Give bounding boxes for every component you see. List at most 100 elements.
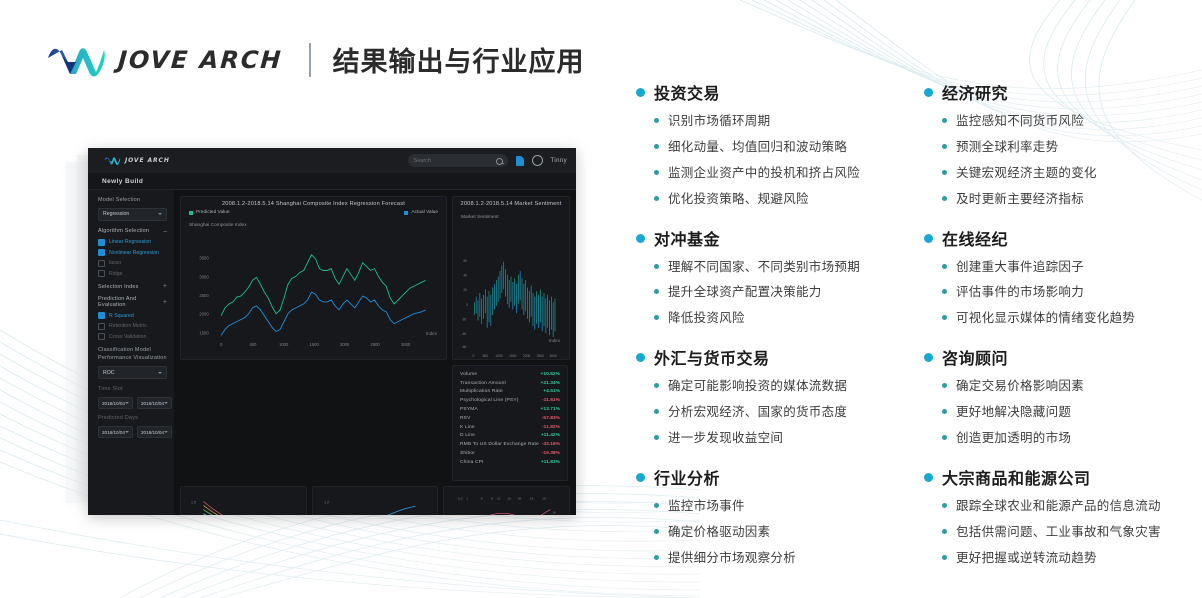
item-text: 确定价格驱动因素 (668, 524, 771, 539)
svg-text:1500: 1500 (199, 330, 209, 335)
algorithm-selection-header[interactable]: Algorithm Selection – (98, 228, 167, 235)
checkbox-nonlinear-regression[interactable]: Nonlinear Regression (98, 249, 167, 257)
group-title: 经济研究 (942, 86, 1009, 103)
group-title: 大宗商品和能源公司 (942, 470, 1091, 488)
heading-bullet-icon (636, 353, 645, 363)
content-columns: 投资交易 识别市场循环周期 细化动量、均值回归和波动策略 监测企业资产中的投机和… (636, 80, 1188, 584)
chart-title: 2008.1.2-2018.5.14 Shanghai Composite In… (221, 201, 405, 207)
roc-curve-chart: 1.21.00.80.6 050100150 (311, 486, 439, 515)
group-title: 在线经纪 (942, 231, 1009, 249)
page-title: 结果输出与行业应用 (332, 47, 585, 77)
item-text: 及时更新主要经济指标 (956, 191, 1085, 206)
metric-value: -57.83% (541, 415, 560, 421)
date-value: 2018/10/04 (102, 400, 125, 406)
svg-text:8: 8 (491, 496, 493, 500)
item-text: 确定可能影响投资的媒体流数据 (668, 379, 848, 394)
gear-icon[interactable] (531, 155, 543, 166)
item-text: 监控市场事件 (668, 498, 745, 513)
dashboard-topbar: JOVE ARCH Search Tinny (88, 148, 576, 173)
list-item: 监控感知不同货币风险 (942, 113, 1188, 130)
bullet-icon (654, 169, 659, 175)
item-text: 创建重大事件追踪因子 (956, 259, 1085, 274)
list-item: 确定价格驱动因素 (654, 524, 900, 541)
checkbox-linear-regression[interactable]: Linear Regression (98, 238, 167, 246)
bullet-icon (942, 169, 947, 175)
list-item: 分析宏观经济、国家的货币态度 (654, 404, 900, 421)
svg-text:2500: 2500 (537, 354, 545, 358)
svg-text:1000: 1000 (279, 342, 289, 347)
svg-text:16: 16 (530, 496, 534, 500)
bullet-icon (942, 263, 947, 269)
model-selection-select[interactable]: Regression (98, 207, 167, 221)
prediction-evaluation-header[interactable]: Prediction And Evaluation + (98, 296, 167, 308)
svg-text:60: 60 (463, 259, 467, 263)
svg-text:500: 500 (250, 342, 258, 347)
dashboard-window: JOVE ARCH Search Tinny Newly Build Model… (88, 148, 576, 515)
item-text: 提供细分市场观察分析 (668, 550, 797, 565)
column-right: 经济研究 监控感知不同货币风险 预测全球利率走势 关键宏观经济主题的变化 及时更… (924, 80, 1188, 584)
bullet-icon (942, 289, 947, 295)
chart-title: 2008.1.2-2018.5.14 Market Sentiment (460, 201, 562, 207)
list-item: 预测全球利率走势 (942, 139, 1188, 156)
chevron-down-icon (164, 431, 168, 434)
predicted-days-from[interactable]: 2018/10/04 (98, 426, 133, 439)
legend-predicted: Predicted Value (189, 210, 230, 215)
group-title: 投资交易 (654, 86, 721, 103)
legend-label: Actual Value (411, 210, 438, 215)
svg-text:1.2: 1.2 (324, 500, 329, 504)
time-slot-to[interactable]: 2018/10/04 (137, 397, 172, 410)
time-slot-from[interactable]: 2018/10/04 (98, 397, 133, 410)
coefficient-path-chart: 1.51.00 -1.0-1.5 050100150 (180, 486, 307, 515)
market-sentiment-chart: 2008.1.2-2018.5.14 Market Sentiment Mark… (452, 196, 570, 360)
svg-text:2500: 2500 (199, 293, 209, 298)
svg-text:40: 40 (463, 274, 467, 278)
user-label[interactable]: Tinny (551, 158, 567, 164)
checkbox-ridge[interactable]: Ridge (98, 270, 167, 278)
checkbox-cross-validation[interactable]: Cross Validation (98, 333, 167, 341)
chevron-down-icon (158, 213, 162, 216)
svg-text:3500: 3500 (199, 256, 209, 261)
document-icon[interactable] (515, 155, 524, 166)
svg-text:16: 16 (553, 511, 557, 515)
checkbox-retention-metric[interactable]: Retention Metric (98, 322, 167, 330)
predicted-days-to[interactable]: 2018/10/04 (137, 426, 172, 439)
svg-text:1500: 1500 (509, 354, 517, 358)
date-value: 2018/10/04 (102, 429, 125, 435)
y-axis-label: Market Sentiment (461, 215, 499, 220)
svg-text:-20: -20 (462, 318, 467, 322)
svg-text:2500: 2500 (371, 342, 381, 347)
metric-value: +13.71% (540, 407, 560, 413)
bullet-icon (654, 118, 659, 123)
metric-row: Volume +10.52% (460, 370, 560, 379)
expand-toggle-icon: + (162, 298, 167, 306)
checkbox-r-squared[interactable]: R Squared (98, 312, 167, 320)
checkbox-lasso[interactable]: lasso (98, 259, 167, 267)
metric-name: RSV (460, 415, 471, 421)
list-item: 确定可能影响投资的媒体流数据 (654, 378, 900, 395)
metric-value: +4.51% (543, 389, 560, 395)
metric-row: RMB To US Dollar Exchange Rate -33.16% (460, 440, 560, 449)
metric-row: Shibor -19.38% (460, 449, 560, 458)
list-item: 关键宏观经济主题的变化 (942, 165, 1188, 182)
item-text: 优化投资策略、规避风险 (668, 191, 809, 206)
list-item: 可视化显示媒体的情绪变化趋势 (942, 310, 1188, 327)
item-text: 创造更加透明的市场 (956, 430, 1072, 445)
brand-wordmark: JOVE ARCH (117, 45, 284, 74)
item-text: 更好地解决隐藏问题 (956, 405, 1072, 419)
checkbox-icon (98, 238, 105, 246)
chevron-down-icon (164, 402, 168, 405)
bullet-icon (654, 434, 659, 440)
svg-text:3000: 3000 (199, 274, 209, 279)
classification-select[interactable]: ROC (98, 366, 167, 380)
svg-text:0: 0 (473, 354, 475, 358)
model-selection-label: Model Selection (98, 197, 141, 203)
metric-row: Psychological Line (PSY) -11.51% (460, 396, 560, 405)
item-text: 进一步发现收益空间 (668, 430, 784, 445)
metric-row: Transaction Amount +21.34% (460, 379, 560, 388)
bullet-icon (942, 409, 947, 414)
item-text: 可视化显示媒体的情绪变化趋势 (956, 311, 1136, 326)
selection-index-label: Selection Index (98, 283, 139, 290)
search-input[interactable]: Search (407, 154, 508, 167)
wave-logo-icon-small (104, 157, 121, 166)
selection-index-header[interactable]: Selection Index + (98, 283, 167, 290)
